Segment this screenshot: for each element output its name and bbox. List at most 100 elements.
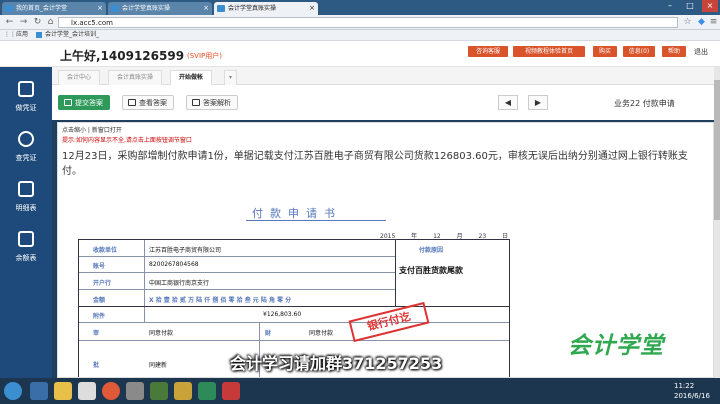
sidebar-item-make-voucher[interactable]: 做凭证 [0,73,52,123]
site-favicon-icon [217,5,225,12]
chrome-icon[interactable] [102,382,120,400]
media-icon[interactable] [78,382,96,400]
label-review: 审 [93,330,100,337]
bookmarks-bar: ⋮⋮ 应用 会计学堂_会计培训_ [0,30,720,41]
prev-business-button[interactable]: ◀ [498,95,518,110]
app-icon[interactable] [150,382,168,400]
chevron-down-icon[interactable]: ▾ [224,70,238,85]
form-row-line [79,340,509,341]
zoom-links[interactable]: 点击缩小 | 新窗口打开 [62,125,122,134]
browser-tab-active[interactable]: 会计学堂真账实操 × [214,2,318,15]
minimize-icon[interactable]: – [662,0,678,12]
task-description: 12月23日，采购部增制付款申请1份，单据记载支付江苏百胜电子商贸有限公司货款1… [62,151,688,177]
label-attach: 附件 [93,313,106,320]
bookmark-item[interactable]: 会计学堂_会计培训_ [45,30,99,40]
start-icon[interactable] [4,382,22,400]
value-account: 8200267804568 [149,261,199,268]
label-amount: 金额 [93,297,106,304]
sidebar-item-detail-table[interactable]: 明细表 [0,173,52,223]
bookmark-apps[interactable]: 应用 [16,30,28,40]
label-account: 账号 [93,263,106,270]
sidebar-item-check-voucher[interactable]: 查凭证 [0,123,52,173]
value-review: 同意付款 [149,330,174,337]
logout-link[interactable]: 退出 [694,47,708,57]
value-purpose: 支付百胜货款尾款 [399,266,463,275]
form-row-line [79,256,395,257]
label-payee: 收款单位 [93,247,118,254]
list-icon [18,181,34,197]
back-icon[interactable]: ← [4,17,15,28]
close-tab-icon[interactable]: × [309,2,315,15]
view-answer-button[interactable]: 查看答案 [122,95,174,110]
form-title-underline [246,220,386,221]
app-header: 上午好,1409126599 (SVIP用户) 咨询客服 视频教程体验首页 购买… [0,41,720,67]
tab-accounting-center[interactable]: 会计中心 [58,70,101,85]
browser-tab-bar: 我的首页_会计学堂 × 会计学堂真账实操 × 会计学堂真账实操 × – □ × [0,0,720,15]
answer-explain-button[interactable]: 答案解析 [186,95,238,110]
business-number: 业务22 付款申请 [614,99,675,108]
site-favicon-icon [111,5,119,12]
form-row-line [79,306,509,307]
folder-icon[interactable] [54,382,72,400]
maximize-icon[interactable]: □ [682,0,698,12]
value-finance: 同意付款 [309,330,334,337]
submit-answer-button[interactable]: 提交答案 [58,95,110,110]
app-icon[interactable] [126,382,144,400]
value-payee: 江苏百胜电子商贸有限公司 [149,247,222,254]
reload-icon[interactable]: ↻ [32,17,43,28]
greeting: 上午好,1409126599 [60,49,185,63]
value-amount: ¥126,803.60 [263,311,302,318]
table-icon [18,231,34,247]
form-divider [395,240,396,306]
sidebar-item-balance-table[interactable]: 余额表 [0,223,52,273]
app-icon[interactable] [174,382,192,400]
label-approve: 批 [93,362,100,369]
clock-date: 2016/6/16 [674,392,710,400]
home-icon[interactable]: ⌂ [45,17,56,28]
chevron-left-icon: ◀ [504,98,512,107]
address-input[interactable]: lx.acc5.com [58,17,678,28]
messages-button[interactable]: 信息(0) [623,46,655,57]
browser-tab[interactable]: 我的首页_会计学堂 × [2,2,106,15]
tab-start-bookkeeping[interactable]: 开始做帐 [170,70,213,85]
buy-button[interactable]: 购买 [593,46,617,57]
menu-icon[interactable]: ≡ [708,17,719,28]
browser-tab[interactable]: 会计学堂真账实操 × [108,2,212,15]
next-business-button[interactable]: ▶ [528,95,548,110]
toolbar: 提交答案 查看答案 答案解析 ◀ ▶ 业务22 付款申请 [52,85,720,120]
app-icon[interactable] [222,382,240,400]
window-controls: – □ × [662,0,718,12]
close-tab-icon[interactable]: × [203,2,209,15]
value-amount-words: X 拾 壹 拾 贰 万 陆 仟 捌 佰 零 拾 叁 元 陆 角 零 分 [149,297,292,304]
form-row-line [79,289,395,290]
form-row-line [79,272,395,273]
edit-icon [64,99,72,106]
tab-real-accounts[interactable]: 会计真账实操 [108,70,163,85]
logo-url: WWW.ACC5.COM [608,355,660,362]
form-title: 付款申请书 [252,207,342,220]
form-divider [144,240,145,322]
apps-icon[interactable]: ⋮⋮ [4,30,16,40]
label-finance: 财 [265,330,272,337]
close-window-icon[interactable]: × [702,0,718,12]
document-icon [18,81,34,97]
form-row-line [79,322,509,323]
forward-icon[interactable]: → [18,17,29,28]
scrollbar-thumb[interactable] [714,80,720,220]
site-favicon-icon [5,5,13,12]
star-icon[interactable]: ☆ [682,17,693,28]
browser-toolbar: ← → ↻ ⌂ lx.acc5.com ☆ ◆ ≡ [0,15,720,30]
customer-service-button[interactable]: 咨询客服 [468,46,508,57]
chevron-right-icon: ▶ [534,98,542,107]
close-tab-icon[interactable]: × [97,2,103,15]
help-button[interactable]: 帮助 [662,46,686,57]
shield-icon[interactable]: ◆ [696,17,707,28]
book-icon [192,99,200,106]
label-bank: 开户行 [93,280,112,287]
bookmark-favicon-icon [36,32,42,38]
ie-icon[interactable] [30,382,48,400]
svip-badge: (SVIP用户) [187,52,222,60]
video-tutorial-button[interactable]: 视频教程体验首页 [513,46,585,57]
video-caption: 会计学习请加群371257253 [230,354,443,373]
app-icon[interactable] [198,382,216,400]
